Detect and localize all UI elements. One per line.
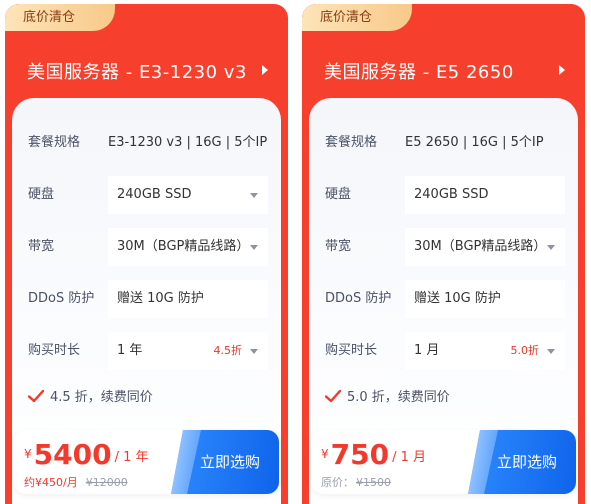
card-title[interactable]: 美国服务器 - E3-1230 v3 xyxy=(27,58,247,84)
bandwidth-select[interactable]: 30M（BGP精品线路） xyxy=(405,228,565,266)
ddos-label: DDoS 防护 xyxy=(325,291,392,306)
price-unit: / 1 年 xyxy=(114,450,149,465)
caret-down-icon xyxy=(250,349,258,354)
disk-value: 240GB SSD xyxy=(405,176,565,214)
caret-down-icon xyxy=(250,245,258,250)
bandwidth-row: 带宽 30M（BGP精品线路） xyxy=(12,228,281,266)
clearance-tag: 底价清仓 xyxy=(5,4,115,31)
price-amount: 750 xyxy=(330,438,390,471)
buy-now-label: 立即选购 xyxy=(496,453,557,471)
price-unit: / 1 月 xyxy=(392,450,427,465)
buy-now-button[interactable]: 立即选购 xyxy=(171,430,279,494)
disk-label: 硬盘 xyxy=(325,187,352,202)
duration-select-value: 1 月 xyxy=(414,343,440,358)
disk-row: 硬盘 240GB SSD xyxy=(309,176,578,214)
buy-now-label: 立即选购 xyxy=(199,453,260,471)
spec-row: 套餐规格 E3-1230 v3 | 16G | 5个IP xyxy=(12,124,281,162)
price: ¥5400/ 1 年 xyxy=(24,438,149,471)
price-sub: 约¥450/月 ¥12000 xyxy=(24,474,128,490)
duration-label: 购买时长 xyxy=(28,343,81,358)
disk-select[interactable]: 240GB SSD xyxy=(108,176,268,214)
spec-row: 套餐规格 E5 2650 | 16G | 5个IP xyxy=(309,124,578,162)
duration-discount: 4.5折 xyxy=(213,344,243,357)
bandwidth-select-value: 30M（BGP精品线路） xyxy=(117,239,250,254)
disk-row: 硬盘 240GB SSD xyxy=(12,176,281,214)
spec-panel: 套餐规格 E3-1230 v3 | 16G | 5个IP 硬盘 240GB SS… xyxy=(12,98,281,504)
buy-now-button[interactable]: 立即选购 xyxy=(468,430,576,494)
original-price: ¥1500 xyxy=(356,476,391,489)
ddos-label: DDoS 防护 xyxy=(28,291,95,306)
caret-down-icon xyxy=(250,193,258,198)
clearance-tag: 底价清仓 xyxy=(302,4,412,31)
spec-value: E3-1230 v3 | 16G | 5个IP xyxy=(108,135,268,150)
price-amount: 5400 xyxy=(33,438,112,471)
promo-line: 4.5 折，续费同价 xyxy=(28,388,153,408)
buy-bar: ¥5400/ 1 年 约¥450/月 ¥12000 立即选购 xyxy=(14,430,279,494)
disk-select-value: 240GB SSD xyxy=(117,187,192,202)
original-price-label: 原价： xyxy=(321,476,354,489)
bandwidth-label: 带宽 xyxy=(28,239,55,254)
product-card-e3-1230: 底价清仓 美国服务器 - E3-1230 v3 套餐规格 E3-1230 v3 … xyxy=(5,4,288,504)
bandwidth-select[interactable]: 30M（BGP精品线路） xyxy=(108,228,268,266)
promo-text: 5.0 折，续费同价 xyxy=(347,390,450,405)
ddos-row: DDoS 防护 赠送 10G 防护 xyxy=(12,280,281,318)
price-sub: 原价： ¥1500 xyxy=(321,474,391,490)
bandwidth-label: 带宽 xyxy=(325,239,352,254)
duration-select[interactable]: 1 月 5.0折 xyxy=(405,332,565,370)
chevron-right-icon[interactable] xyxy=(262,65,268,75)
spec-label: 套餐规格 xyxy=(325,135,378,150)
caret-down-icon xyxy=(547,349,555,354)
ddos-row: DDoS 防护 赠送 10G 防护 xyxy=(309,280,578,318)
check-icon xyxy=(325,389,341,403)
ddos-value: 赠送 10G 防护 xyxy=(108,280,268,318)
promo-text: 4.5 折，续费同价 xyxy=(50,390,153,405)
price-currency: ¥ xyxy=(24,447,32,461)
monthly-price: 约¥450/月 xyxy=(24,476,78,489)
duration-select[interactable]: 1 年 4.5折 xyxy=(108,332,268,370)
bandwidth-row: 带宽 30M（BGP精品线路） xyxy=(309,228,578,266)
spec-panel: 套餐规格 E5 2650 | 16G | 5个IP 硬盘 240GB SSD 带… xyxy=(309,98,578,504)
promo-line: 5.0 折，续费同价 xyxy=(325,388,450,408)
card-title[interactable]: 美国服务器 - E5 2650 xyxy=(324,58,514,84)
bandwidth-select-value: 30M（BGP精品线路） xyxy=(414,239,547,254)
caret-down-icon xyxy=(547,245,555,250)
buy-bar: ¥750/ 1 月 原价： ¥1500 立即选购 xyxy=(311,430,576,494)
product-card-e5-2650: 底价清仓 美国服务器 - E5 2650 套餐规格 E5 2650 | 16G … xyxy=(302,4,585,504)
duration-discount: 5.0折 xyxy=(510,344,540,357)
duration-row: 购买时长 1 年 4.5折 xyxy=(12,332,281,370)
disk-label: 硬盘 xyxy=(28,187,55,202)
original-price: ¥12000 xyxy=(85,476,128,489)
price-currency: ¥ xyxy=(321,447,329,461)
check-icon xyxy=(28,389,44,403)
price: ¥750/ 1 月 xyxy=(321,438,426,471)
duration-label: 购买时长 xyxy=(325,343,378,358)
duration-row: 购买时长 1 月 5.0折 xyxy=(309,332,578,370)
chevron-right-icon[interactable] xyxy=(559,65,565,75)
ddos-value: 赠送 10G 防护 xyxy=(405,280,565,318)
duration-select-value: 1 年 xyxy=(117,343,143,358)
spec-value: E5 2650 | 16G | 5个IP xyxy=(405,135,544,150)
spec-label: 套餐规格 xyxy=(28,135,81,150)
